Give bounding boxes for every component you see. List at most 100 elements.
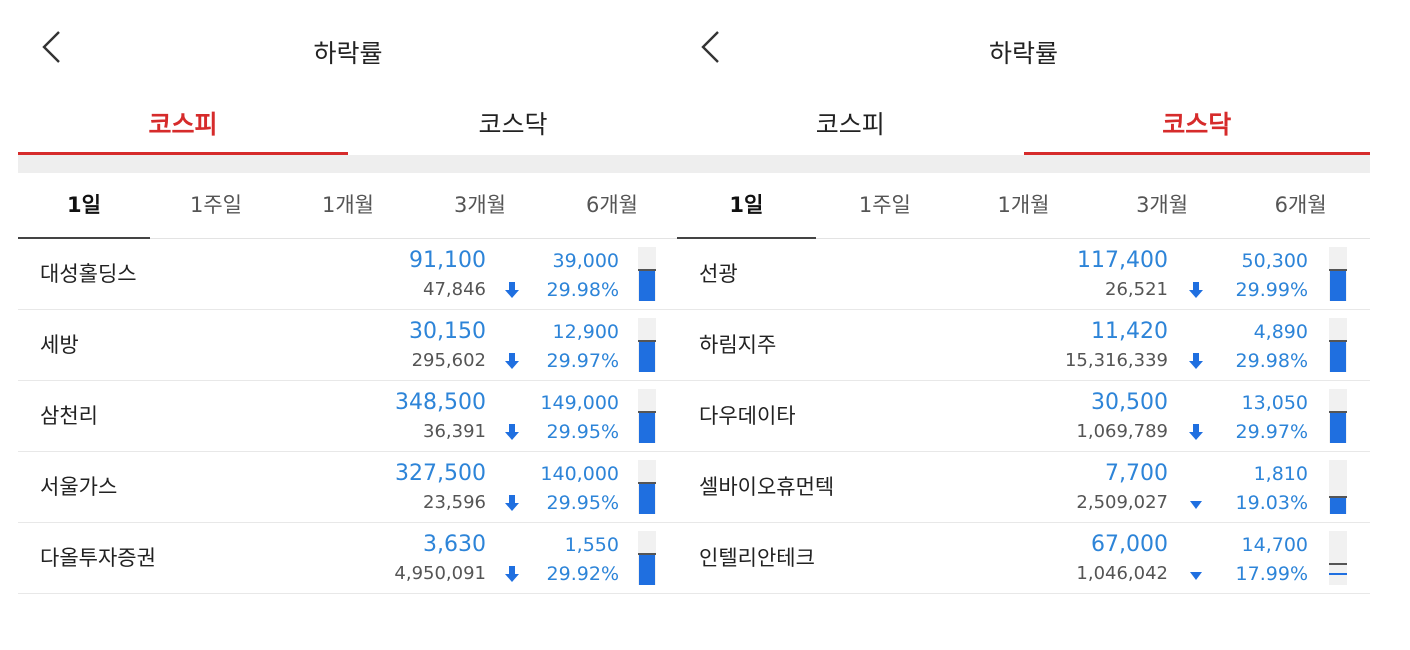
mini-bar-fill: [639, 271, 655, 301]
tab-kosdaq[interactable]: 코스닥: [348, 95, 678, 155]
tab-1-month[interactable]: 1개월: [954, 173, 1093, 238]
stock-row[interactable]: 다우데이타 30,500 1,069,789 13,050 29.97%: [677, 381, 1370, 452]
header: 하락률: [18, 0, 678, 95]
mini-bar-line: [1329, 573, 1347, 575]
stock-name: 다올투자증권: [40, 546, 156, 570]
tab-1-month[interactable]: 1개월: [282, 173, 414, 238]
tab-1-day[interactable]: 1일: [677, 173, 816, 239]
price-change: 1,810: [1253, 463, 1308, 485]
change-rate: 29.92%: [546, 563, 619, 585]
mini-bar-line: [638, 553, 656, 556]
mini-bar-fill: [1330, 413, 1346, 443]
tab-kospi[interactable]: 코스피: [677, 95, 1024, 155]
price-change: 39,000: [552, 250, 619, 272]
mini-bar-line: [638, 269, 656, 272]
stock-name: 다우데이타: [699, 404, 796, 428]
trade-volume: 26,521: [1105, 279, 1168, 300]
stock-list: 선광 117,400 26,521 50,300 29.99% 하림지주 11,420 15,…: [677, 239, 1370, 594]
mini-bar-fill: [1330, 342, 1346, 372]
down-arrow-icon: [1186, 279, 1206, 301]
down-arrow-icon: [502, 492, 522, 514]
tab-6-months[interactable]: 6개월: [546, 173, 678, 238]
down-arrow-icon: [502, 421, 522, 443]
mini-bar-line: [638, 411, 656, 414]
divider-band: [18, 155, 678, 173]
tab-kospi[interactable]: 코스피: [18, 95, 348, 155]
mini-bar-fill: [1330, 271, 1346, 301]
stock-row[interactable]: 선광 117,400 26,521 50,300 29.99%: [677, 239, 1370, 310]
stock-row[interactable]: 서울가스 327,500 23,596 140,000 29.95%: [18, 452, 678, 523]
trade-volume: 1,069,789: [1076, 421, 1168, 442]
change-rate: 17.99%: [1235, 563, 1308, 585]
change-rate: 29.98%: [546, 279, 619, 301]
down-arrow-icon: [502, 563, 522, 585]
mini-bar-chart: [1329, 531, 1347, 585]
mini-bar-chart: [1329, 318, 1347, 372]
mini-bar-fill: [639, 555, 655, 585]
mini-bar-line: [1329, 563, 1347, 565]
change-rate: 29.95%: [546, 492, 619, 514]
tab-1-day[interactable]: 1일: [18, 173, 150, 239]
stock-row[interactable]: 삼천리 348,500 36,391 149,000 29.95%: [18, 381, 678, 452]
mini-bar-chart: [1329, 389, 1347, 443]
header: 하락률: [677, 0, 1370, 95]
stock-row[interactable]: 하림지주 11,420 15,316,339 4,890 29.98%: [677, 310, 1370, 381]
price-change: 12,900: [552, 321, 619, 343]
mini-bar-line: [1329, 495, 1347, 498]
change-rate: 19.03%: [1235, 492, 1308, 514]
mini-bar-fill: [639, 484, 655, 514]
mini-bar-line: [638, 340, 656, 343]
price-change: 50,300: [1241, 250, 1308, 272]
stock-row[interactable]: 다올투자증권 3,630 4,950,091 1,550 29.92%: [18, 523, 678, 594]
period-tabs: 1일 1주일 1개월 3개월 6개월: [677, 173, 1370, 239]
stock-row[interactable]: 셀바이오휴먼텍 7,700 2,509,027 1,810 19.03%: [677, 452, 1370, 523]
tab-1-week[interactable]: 1주일: [816, 173, 955, 238]
change-rate: 29.95%: [546, 421, 619, 443]
mini-bar-chart: [1329, 247, 1347, 301]
stock-name: 세방: [40, 333, 79, 357]
stock-name: 서울가스: [40, 475, 118, 499]
tab-3-months[interactable]: 3개월: [1093, 173, 1232, 238]
stock-row[interactable]: 대성홀딩스 91,100 47,846 39,000 29.98%: [18, 239, 678, 310]
down-arrow-icon: [502, 350, 522, 372]
trade-volume: 1,046,042: [1076, 563, 1168, 584]
current-price: 91,100: [409, 248, 486, 273]
down-triangle-icon: [1186, 563, 1206, 585]
current-price: 117,400: [1077, 248, 1168, 273]
trade-volume: 2,509,027: [1076, 492, 1168, 513]
change-rate: 29.97%: [546, 350, 619, 372]
mini-bar-line: [1329, 269, 1347, 272]
trade-volume: 36,391: [423, 421, 486, 442]
stock-row[interactable]: 세방 30,150 295,602 12,900 29.97%: [18, 310, 678, 381]
down-triangle-icon: [1186, 492, 1206, 514]
change-rate: 29.99%: [1235, 279, 1308, 301]
period-tabs: 1일 1주일 1개월 3개월 6개월: [18, 173, 678, 239]
page-title: 하락률: [988, 39, 1058, 68]
right-panel: 하락률 코스피 코스닥 1일 1주일 1개월 3개월 6개월 선광 117,400…: [677, 0, 1370, 650]
tab-6-months[interactable]: 6개월: [1231, 173, 1370, 238]
stock-name: 하림지주: [699, 333, 777, 357]
current-price: 327,500: [395, 461, 486, 486]
tab-1-week[interactable]: 1주일: [150, 173, 282, 238]
price-change: 13,050: [1241, 392, 1308, 414]
stock-row[interactable]: 인텔리안테크 67,000 1,046,042 14,700 17.99%: [677, 523, 1370, 594]
current-price: 348,500: [395, 390, 486, 415]
price-change: 140,000: [540, 463, 619, 485]
stock-name: 선광: [699, 262, 738, 286]
current-price: 3,630: [423, 532, 486, 557]
tab-3-months[interactable]: 3개월: [414, 173, 546, 238]
price-change: 1,550: [564, 534, 619, 556]
down-arrow-icon: [502, 279, 522, 301]
current-price: 30,150: [409, 319, 486, 344]
mini-bar-chart: [1329, 460, 1347, 514]
change-rate: 29.97%: [1235, 421, 1308, 443]
trade-volume: 295,602: [411, 350, 486, 371]
price-change: 149,000: [540, 392, 619, 414]
mini-bar-chart: [638, 389, 656, 443]
market-tabs: 코스피 코스닥: [18, 95, 678, 155]
mini-bar-chart: [638, 247, 656, 301]
mini-bar-line: [1329, 411, 1347, 414]
tab-kosdaq[interactable]: 코스닥: [1023, 95, 1371, 155]
mini-bar-chart: [638, 531, 656, 585]
price-change: 4,890: [1253, 321, 1308, 343]
